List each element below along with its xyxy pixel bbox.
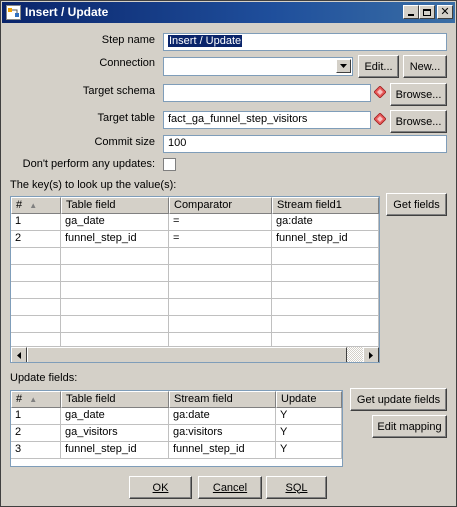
empty-row [11,316,379,333]
variable-diamond-icon [374,86,386,98]
empty-row [11,248,379,265]
maximize-icon [423,8,431,16]
target-schema-label: Target schema [82,85,155,97]
target-table-input[interactable]: fact_ga_funnel_step_visitors [163,111,371,129]
step-name-input[interactable]: Insert / Update [163,33,447,51]
step-name-label: Step name [101,34,155,46]
scroll-thumb[interactable] [27,347,347,362]
keys-table-header: # ▲ Table field Comparator Stream field1 [11,197,379,214]
cancel-button[interactable]: Cancel [198,476,262,499]
update-col-number[interactable]: # ▲ [11,391,61,408]
table-row[interactable]: 2 ga_visitors ga:visitors Y [11,425,342,442]
window-title: Insert / Update [25,5,109,19]
minimize-icon [408,14,414,16]
scroll-left-icon[interactable] [11,347,27,362]
minimize-button[interactable] [403,5,419,19]
target-schema-input[interactable] [163,84,371,102]
update-col-update[interactable]: Update [276,391,342,408]
keys-col-stream-field1[interactable]: Stream field1 [272,197,379,214]
insert-update-dialog: Insert / Update ✕ Step name Insert / Upd… [0,0,457,507]
sort-asc-icon: ▲ [29,201,38,210]
get-fields-button[interactable]: Get fields [386,193,447,216]
browse-schema-button[interactable]: Browse... [390,83,447,106]
new-connection-button[interactable]: New... [403,55,447,78]
empty-row [11,265,379,282]
close-icon: ✕ [440,5,450,18]
target-table-value: fact_ga_funnel_step_visitors [168,113,308,125]
scroll-right-icon[interactable] [363,347,379,362]
table-row[interactable]: 1 ga_date ga:date Y [11,408,342,425]
update-fields-table: # ▲ Table field Stream field Update 1 ga… [10,390,343,467]
get-update-fields-button[interactable]: Get update fields [350,388,447,411]
chevron-down-icon[interactable] [336,59,351,73]
keys-section-label: The key(s) to look up the value(s): [10,179,177,191]
no-updates-checkbox[interactable] [163,158,176,171]
empty-row [11,299,379,316]
keys-table: # ▲ Table field Comparator Stream field1… [10,196,380,363]
connection-label: Connection [99,57,155,69]
table-row[interactable]: 3 funnel_step_id funnel_step_id Y [11,442,342,459]
keys-col-comparator[interactable]: Comparator [169,197,272,214]
target-table-label: Target table [97,112,155,124]
commit-size-input[interactable]: 100 [163,135,447,153]
close-button[interactable]: ✕ [437,5,453,19]
commit-size-value: 100 [168,137,187,149]
keys-col-number[interactable]: # ▲ [11,197,61,214]
ok-button[interactable]: OK [129,476,192,499]
empty-row [11,282,379,299]
browse-table-button[interactable]: Browse... [390,110,447,133]
keys-col-table-field[interactable]: Table field [61,197,169,214]
update-col-stream-field[interactable]: Stream field [169,391,276,408]
update-fields-section-label: Update fields: [10,372,78,384]
no-updates-label: Don't perform any updates: [22,158,155,170]
variable-diamond-icon [374,113,386,125]
update-table-header: # ▲ Table field Stream field Update [11,391,342,408]
table-row[interactable]: 2 funnel_step_id = funnel_step_id [11,231,379,248]
pdi-transform-icon [6,5,21,20]
commit-size-label: Commit size [94,136,155,148]
edit-connection-button[interactable]: Edit... [358,55,399,78]
step-name-value: Insert / Update [168,35,243,47]
sort-asc-icon: ▲ [29,395,38,404]
keys-horizontal-scrollbar[interactable] [11,346,379,362]
edit-mapping-button[interactable]: Edit mapping [372,415,447,438]
maximize-button[interactable] [419,5,435,19]
title-bar[interactable]: Insert / Update ✕ [2,2,455,23]
connection-combobox[interactable] [163,57,353,76]
table-row[interactable]: 1 ga_date = ga:date [11,214,379,231]
update-col-table-field[interactable]: Table field [61,391,169,408]
sql-button[interactable]: SQL [266,476,327,499]
